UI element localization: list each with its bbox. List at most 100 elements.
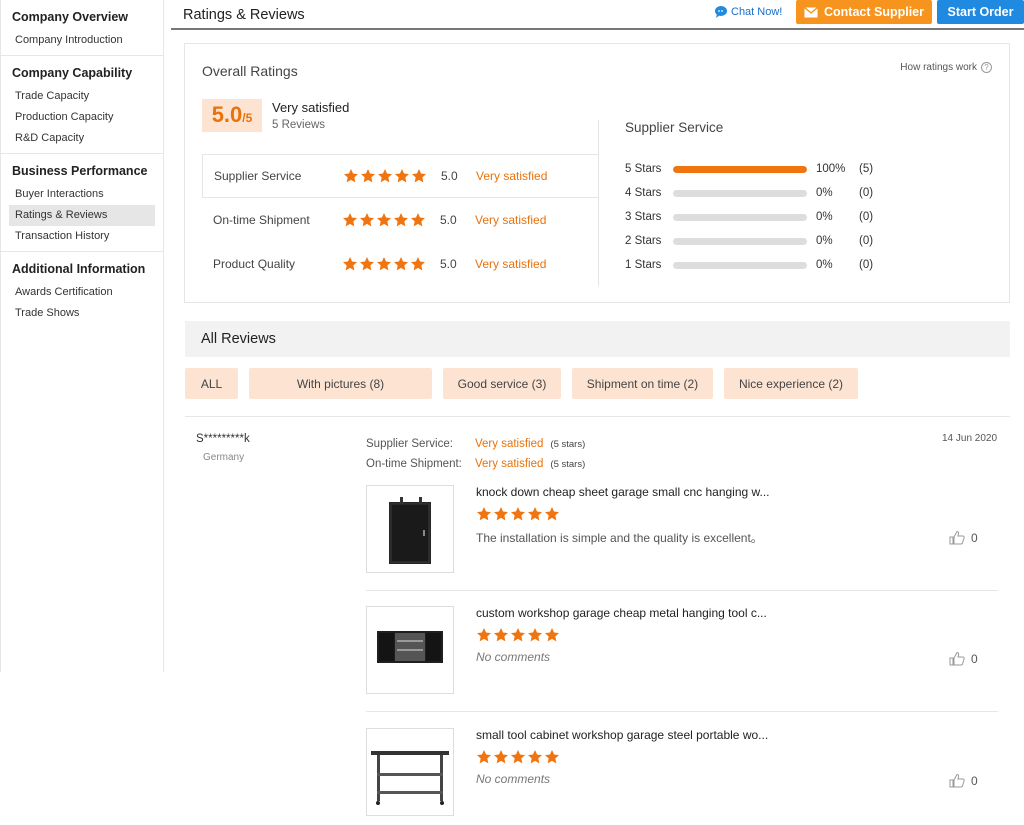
review-product: knock down cheap sheet garage small cnc … bbox=[366, 485, 998, 591]
overall-score-badge: 5.0/5 bbox=[202, 99, 262, 132]
star-icon bbox=[395, 169, 409, 183]
how-ratings-work-label: How ratings work bbox=[900, 62, 977, 73]
distribution-percent: 0% bbox=[816, 211, 833, 223]
overall-score: 5.0 bbox=[211, 102, 243, 127]
start-order-button[interactable]: Start Order bbox=[937, 0, 1024, 24]
sidebar-item-trade-shows[interactable]: Trade Shows bbox=[9, 303, 155, 324]
distribution-percent: 0% bbox=[816, 235, 833, 247]
divider bbox=[366, 711, 998, 712]
like-count: 0 bbox=[971, 530, 978, 545]
distribution-row: 5 Stars 100% (5) bbox=[625, 157, 873, 181]
distribution-bar bbox=[673, 189, 807, 197]
star-icon bbox=[511, 628, 525, 642]
filter-with-pictures[interactable]: With pictures (8) bbox=[249, 368, 432, 399]
product-name[interactable]: knock down cheap sheet garage small cnc … bbox=[476, 485, 770, 499]
product-thumbnail[interactable] bbox=[366, 606, 454, 694]
sidebar-group-company-overview: Company Overview Company Introduction bbox=[1, 0, 163, 56]
star-icon bbox=[528, 628, 542, 642]
review-meta-value: Very satisfied bbox=[475, 438, 544, 450]
star-icon bbox=[545, 750, 559, 764]
star-icon bbox=[494, 750, 508, 764]
star-icon bbox=[360, 257, 374, 271]
star-icon bbox=[343, 213, 357, 227]
sub-rating-name: Supplier Service bbox=[214, 169, 302, 183]
product-name[interactable]: small tool cabinet workshop garage steel… bbox=[476, 728, 768, 742]
filter-nice-experience[interactable]: Nice experience (2) bbox=[724, 368, 858, 399]
product-thumbnail[interactable] bbox=[366, 728, 454, 816]
page-header: Ratings & Reviews Chat Now! Contact Supp… bbox=[171, 0, 1024, 30]
product-thumbnail[interactable] bbox=[366, 485, 454, 573]
filter-all[interactable]: ALL bbox=[185, 368, 238, 399]
contact-supplier-button[interactable]: Contact Supplier bbox=[796, 0, 932, 24]
chat-bubble-icon bbox=[715, 6, 727, 18]
sidebar-heading: Company Capability bbox=[12, 66, 133, 80]
review-meta-row: Supplier Service: Very satisfied (5 star… bbox=[366, 434, 585, 454]
sidebar-item-transaction-history[interactable]: Transaction History bbox=[9, 226, 155, 247]
sub-rating-value: 5.0 bbox=[440, 257, 457, 271]
sub-rating-label: Very satisfied bbox=[475, 257, 547, 271]
overall-ratings-panel: Overall Ratings How ratings work ? 5.0/5… bbox=[184, 43, 1010, 303]
chat-now-link[interactable]: Chat Now! bbox=[714, 5, 782, 18]
sidebar-group-company-capability: Company Capability Trade Capacity Produc… bbox=[1, 56, 163, 154]
like-button[interactable]: 0 bbox=[949, 530, 978, 545]
table-image bbox=[371, 751, 449, 805]
divider bbox=[598, 120, 599, 286]
filter-good-service[interactable]: Good service (3) bbox=[443, 368, 561, 399]
distribution-row: 3 Stars 0% (0) bbox=[625, 205, 873, 229]
distribution-percent: 0% bbox=[816, 259, 833, 271]
distribution-percent: 0% bbox=[816, 187, 833, 199]
distribution-label: 2 Stars bbox=[625, 235, 662, 247]
review-meta-value: Very satisfied bbox=[475, 458, 544, 470]
overall-review-count: 5 Reviews bbox=[272, 119, 326, 131]
overall-score-max: /5 bbox=[242, 111, 253, 125]
product-name[interactable]: custom workshop garage cheap metal hangi… bbox=[476, 606, 767, 620]
distribution-row: 4 Stars 0% (0) bbox=[625, 181, 873, 205]
sidebar-item-ratings-reviews[interactable]: Ratings & Reviews bbox=[9, 205, 155, 226]
star-rating bbox=[342, 212, 426, 228]
supplier-service-title: Supplier Service bbox=[625, 120, 724, 135]
star-icon bbox=[477, 507, 491, 521]
like-button[interactable]: 0 bbox=[949, 773, 978, 788]
sidebar-item-company-introduction[interactable]: Company Introduction bbox=[9, 30, 155, 51]
sub-rating-name: On-time Shipment bbox=[213, 213, 310, 227]
like-button[interactable]: 0 bbox=[949, 651, 978, 666]
chat-now-label: Chat Now! bbox=[731, 5, 783, 18]
distribution-row: 2 Stars 0% (0) bbox=[625, 229, 873, 253]
star-rating bbox=[476, 749, 560, 765]
sidebar-item-awards-certification[interactable]: Awards Certification bbox=[9, 282, 155, 303]
sidebar-item-trade-capacity[interactable]: Trade Capacity bbox=[9, 86, 155, 107]
sidebar-item-production-capacity[interactable]: Production Capacity bbox=[9, 107, 155, 128]
star-icon bbox=[494, 507, 508, 521]
filter-shipment-on-time[interactable]: Shipment on time (2) bbox=[572, 368, 713, 399]
star-rating bbox=[343, 168, 427, 184]
distribution-label: 3 Stars bbox=[625, 211, 662, 223]
distribution-label: 5 Stars bbox=[625, 163, 662, 175]
review-meta-label: Supplier Service: bbox=[366, 438, 453, 450]
all-reviews-title: All Reviews bbox=[201, 331, 276, 347]
sidebar-group-additional-information: Additional Information Awards Certificat… bbox=[1, 252, 163, 328]
sidebar-group-business-performance: Business Performance Buyer Interactions … bbox=[1, 154, 163, 252]
distribution-fill bbox=[673, 165, 807, 173]
wall-cabinet-image bbox=[377, 631, 443, 663]
star-icon bbox=[344, 169, 358, 183]
star-icon bbox=[377, 257, 391, 271]
star-icon bbox=[394, 257, 408, 271]
distribution-count: (0) bbox=[859, 187, 874, 199]
star-icon bbox=[412, 169, 426, 183]
envelope-icon bbox=[804, 6, 818, 17]
sub-rating-row: Supplier Service 5.0 Very satisfied bbox=[202, 154, 598, 198]
contact-supplier-label: Contact Supplier bbox=[823, 5, 924, 19]
review-comment: No comments bbox=[476, 772, 551, 786]
like-count: 0 bbox=[971, 773, 978, 788]
review-meta-row: On-time Shipment: Very satisfied (5 star… bbox=[366, 454, 585, 474]
page-title: Ratings & Reviews bbox=[183, 7, 305, 23]
distribution-bar bbox=[673, 165, 807, 173]
how-ratings-work-link[interactable]: How ratings work ? bbox=[900, 62, 992, 73]
star-icon bbox=[477, 750, 491, 764]
sidebar-item-rd-capacity[interactable]: R&D Capacity bbox=[9, 128, 155, 149]
sub-rating-label: Very satisfied bbox=[476, 169, 548, 183]
review-product: small tool cabinet workshop garage steel… bbox=[366, 728, 998, 825]
reviewer-name: S*********k bbox=[196, 433, 250, 445]
review-meta: Supplier Service: Very satisfied (5 star… bbox=[366, 434, 585, 474]
sidebar-item-buyer-interactions[interactable]: Buyer Interactions bbox=[9, 184, 155, 205]
